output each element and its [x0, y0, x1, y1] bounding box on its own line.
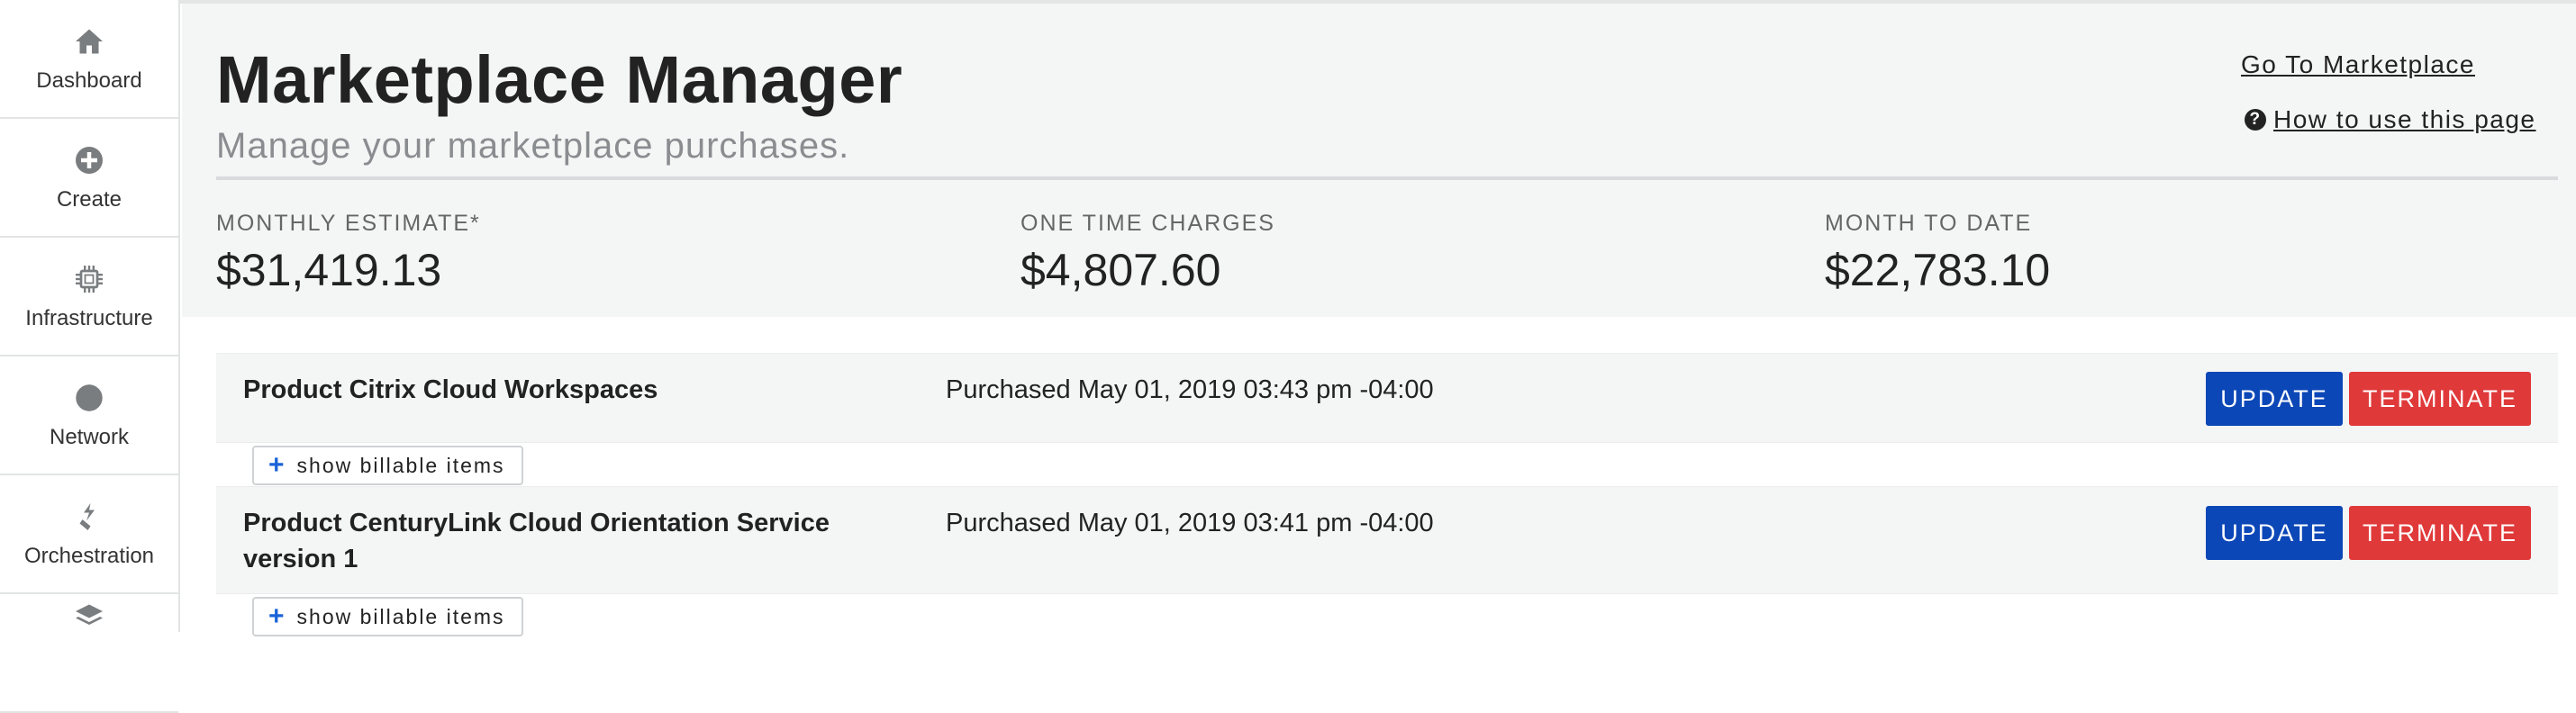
sidebar-item-create[interactable]: Create — [0, 119, 178, 238]
page-title: Marketplace Manager — [216, 42, 903, 117]
sidebar: Dashboard Create Infrastructure Network … — [0, 0, 180, 713]
plus-circle-icon — [71, 142, 107, 178]
go-to-marketplace-label: Go To Marketplace — [2241, 50, 2475, 78]
page-header: Marketplace Manager Manage your marketpl… — [182, 4, 2576, 317]
update-button[interactable]: UPDATE — [2206, 372, 2343, 426]
sidebar-item-dashboard[interactable]: Dashboard — [0, 0, 178, 119]
show-billable-items-label: show billable items — [296, 604, 505, 628]
sidebar-item-infrastructure[interactable]: Infrastructure — [0, 238, 178, 356]
plus-icon: + — [268, 601, 286, 631]
how-to-use-label: How to use this page — [2273, 105, 2536, 133]
stat-value: $31,419.13 — [216, 245, 442, 295]
stat-label: MONTH TO DATE — [1825, 211, 2033, 236]
stat-monthly-estimate: MONTHLY ESTIMATE* $31,419.13 — [216, 211, 481, 296]
stat-one-time-charges: ONE TIME CHARGES $4,807.60 — [1020, 211, 1275, 296]
stat-value: $4,807.60 — [1020, 245, 1221, 295]
purchase-date: Purchased May 01, 2019 03:43 pm -04:00 — [946, 375, 1434, 404]
sidebar-item-label: Network — [49, 425, 130, 449]
sidebar-item-label: Orchestration — [23, 544, 155, 568]
orchestration-icon — [71, 499, 107, 535]
product-row: Product Citrix Cloud Workspaces Purchase… — [216, 353, 2558, 443]
purchase-date: Purchased May 01, 2019 03:41 pm -04:00 — [946, 509, 1434, 537]
header-divider — [216, 176, 2558, 180]
how-to-use-link[interactable]: ? How to use this page — [2245, 105, 2536, 134]
help-circle-icon: ? — [2245, 109, 2266, 131]
stat-label: MONTHLY ESTIMATE* — [216, 211, 481, 236]
show-billable-items-label: show billable items — [296, 453, 505, 477]
show-billable-items-button[interactable]: + show billable items — [252, 446, 523, 485]
show-billable-items-button[interactable]: + show billable items — [252, 597, 523, 636]
stat-value: $22,783.10 — [1825, 245, 2051, 295]
stat-label: ONE TIME CHARGES — [1020, 211, 1275, 236]
home-icon — [71, 23, 107, 59]
update-button[interactable]: UPDATE — [2206, 506, 2343, 560]
sidebar-item-network[interactable]: Network — [0, 356, 178, 475]
product-row: Product CenturyLink Cloud Orientation Se… — [216, 486, 2558, 594]
sidebar-item-label: Infrastructure — [25, 306, 153, 330]
product-name: Product CenturyLink Cloud Orientation Se… — [243, 509, 830, 573]
terminate-button[interactable]: TERMINATE — [2349, 372, 2531, 426]
sidebar-item-orchestration[interactable]: Orchestration — [0, 475, 178, 594]
terminate-button[interactable]: TERMINATE — [2349, 506, 2531, 560]
product-name: Product Citrix Cloud Workspaces — [243, 375, 658, 404]
layers-icon — [71, 599, 107, 635]
go-to-marketplace-link[interactable]: Go To Marketplace — [2241, 50, 2475, 79]
chip-icon — [71, 261, 107, 297]
sidebar-item-label: Dashboard — [36, 68, 142, 93]
page-subtitle: Manage your marketplace purchases. — [216, 126, 850, 166]
globe-icon — [71, 380, 107, 416]
stat-month-to-date: MONTH TO DATE $22,783.10 — [1825, 211, 2050, 296]
sidebar-item-label: Create — [56, 187, 122, 212]
plus-icon: + — [268, 450, 286, 480]
sidebar-item-more[interactable] — [0, 594, 178, 713]
